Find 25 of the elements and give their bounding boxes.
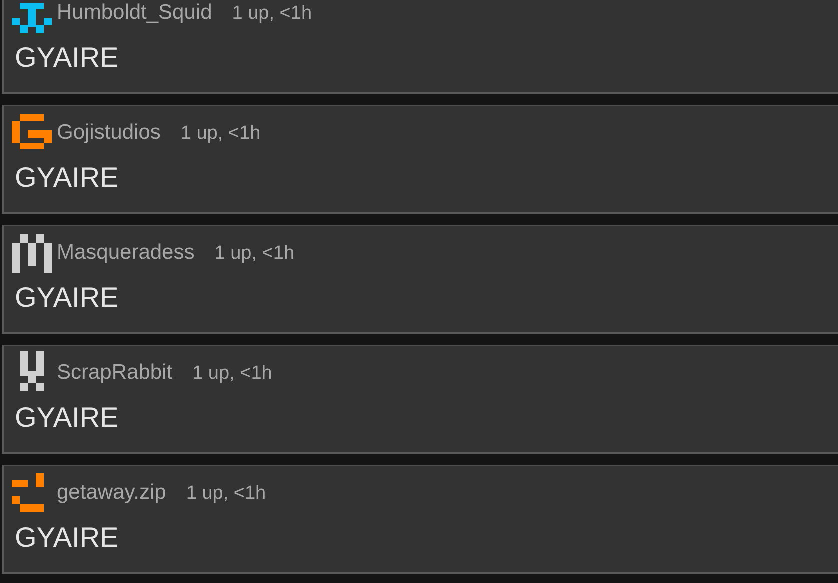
post-meta: 1 up, <1h <box>180 123 261 145</box>
pixel-avatar-icon <box>12 3 52 33</box>
post-card[interactable]: ScrapRabbit 1 up, <1h GYAIRE <box>2 345 838 454</box>
post-meta: 1 up, <1h <box>192 363 272 385</box>
post-meta: 1 up, <1h <box>232 3 312 25</box>
post-meta: 1 up, <1h <box>214 243 295 265</box>
user-name[interactable]: Humboldt_Squid <box>57 1 212 25</box>
user-name[interactable]: Gojistudios <box>57 121 161 145</box>
post-card[interactable]: Masqueradess 1 up, <1h GYAIRE <box>2 225 838 334</box>
post-meta: 1 up, <1h <box>186 483 266 505</box>
user-name[interactable]: Masqueradess <box>57 241 195 265</box>
pixel-avatar-icon <box>12 234 52 273</box>
pixel-avatar-icon <box>12 473 44 512</box>
user-name[interactable]: getaway.zip <box>57 481 166 505</box>
post-title[interactable]: GYAIRE <box>15 522 119 554</box>
post-title[interactable]: GYAIRE <box>15 282 119 314</box>
pixel-avatar-icon <box>12 114 52 149</box>
post-title[interactable]: GYAIRE <box>15 402 119 434</box>
post-card[interactable]: Gojistudios 1 up, <1h GYAIRE <box>2 105 838 214</box>
post-card[interactable]: Humboldt_Squid 1 up, <1h GYAIRE <box>2 0 838 94</box>
user-name[interactable]: ScrapRabbit <box>57 361 173 385</box>
post-title[interactable]: GYAIRE <box>15 162 119 194</box>
pixel-avatar-icon <box>20 351 44 391</box>
post-title[interactable]: GYAIRE <box>15 42 119 74</box>
post-card[interactable]: getaway.zip 1 up, <1h GYAIRE <box>2 465 838 574</box>
